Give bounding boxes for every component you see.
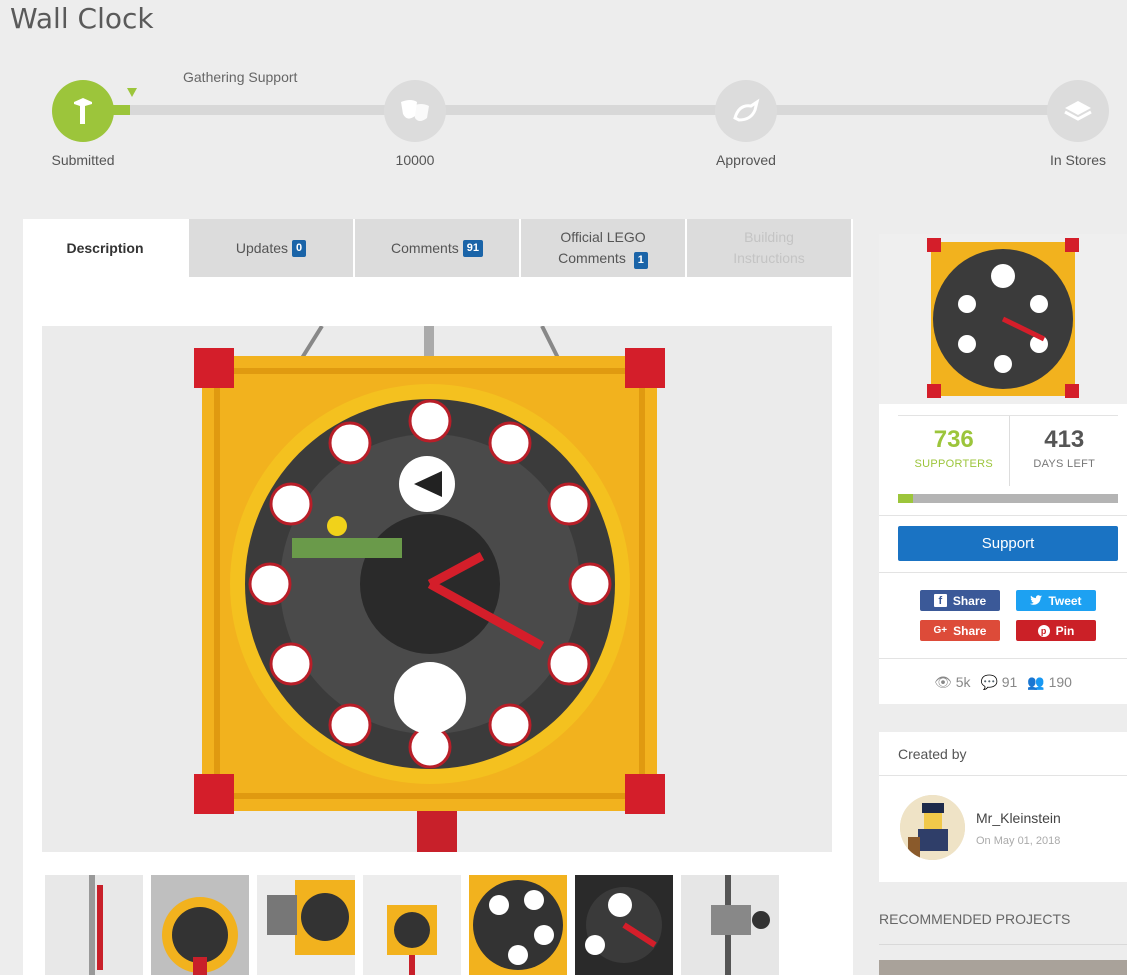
gallery-thumbnails (45, 875, 779, 975)
theater-masks-icon (384, 80, 446, 142)
creator-name[interactable]: Mr_Kleinstein (976, 810, 1061, 826)
supporters-count: 736 (933, 426, 974, 453)
supporters-stat: 736 SUPPORTERS (899, 416, 1009, 486)
project-main-panel: Description Updates 0 Comments 91 Offici… (23, 219, 853, 975)
tab-label: Building (744, 229, 794, 245)
pinterest-icon: p (1037, 624, 1050, 637)
divider (879, 775, 1127, 776)
store-box-icon (1047, 80, 1109, 142)
tab-label: Description (66, 239, 144, 256)
count-badge: 0 (292, 239, 307, 257)
days-left-stat: 413 DAYS LEFT (1008, 416, 1120, 486)
tab-label: Comments (558, 250, 626, 266)
gallery-thumbnail[interactable] (45, 875, 143, 975)
eye-icon: 👁 (934, 674, 952, 690)
stage-10000: 10000 (383, 80, 447, 168)
count-badge: 1 (633, 252, 648, 269)
stage-label: In Stores (1049, 152, 1107, 168)
recommended-projects-heading: RECOMMENDED PROJECTS (879, 911, 1071, 927)
support-button[interactable]: Support (898, 526, 1118, 561)
tab-comments[interactable]: Comments 91 (355, 219, 519, 277)
support-progress-fill (898, 494, 914, 503)
followers-icon: 👥 (1027, 674, 1045, 690)
followers-count: 190 (1048, 674, 1072, 690)
facebook-share-button[interactable]: f Share (920, 590, 1000, 611)
gallery-thumbnail[interactable] (257, 875, 355, 975)
avatar[interactable] (900, 795, 965, 860)
tab-label: Updates (235, 239, 289, 256)
tab-description[interactable]: Description (23, 219, 187, 277)
tab-label: Comments (391, 239, 459, 256)
creator-card: Created by Mr_Kleinstein On May 01, 2018 (879, 732, 1127, 882)
divider (879, 515, 1127, 516)
google-plus-icon: G+ (933, 625, 948, 636)
share-label: Share (953, 623, 987, 638)
stage-submitted: Submitted (51, 80, 115, 168)
phase-label: Gathering Support (183, 69, 298, 85)
gallery-thumbnail[interactable] (151, 875, 249, 975)
comment-icon: 💬 (980, 674, 998, 690)
approved-icon (715, 80, 777, 142)
divider (879, 572, 1127, 573)
count-badge: 91 (462, 239, 483, 257)
recommended-project-thumbnail[interactable] (879, 960, 1127, 975)
facebook-icon: f (933, 594, 947, 607)
track-line (82, 105, 1082, 115)
divider (879, 658, 1127, 659)
project-progress-track: Gathering Support Submitted 10000 Approv… (0, 60, 1127, 180)
stage-in-stores: In Stores (1046, 80, 1110, 168)
days-left-count: 413 (1044, 426, 1085, 453)
gallery-thumbnail[interactable] (575, 875, 673, 975)
stage-label: Approved (716, 152, 776, 168)
stage-label: 10000 (395, 152, 435, 168)
share-label: Share (952, 593, 987, 608)
stage-label: Submitted (51, 152, 115, 168)
project-stats-card: 736 SUPPORTERS 413 DAYS LEFT Support f S… (879, 234, 1127, 704)
google-plus-share-button[interactable]: G+ Share (920, 620, 1000, 641)
tab-label: Official LEGO (560, 229, 646, 245)
project-hero-image[interactable] (42, 326, 832, 852)
tab-official-lego-comments[interactable]: Official LEGO Comments 1 (521, 219, 685, 277)
project-cover-image (879, 234, 1127, 404)
submitted-icon (52, 80, 114, 142)
support-progress-bar (898, 494, 1118, 503)
gallery-thumbnail[interactable] (363, 875, 461, 975)
comments-count: 91 (1001, 674, 1018, 690)
gallery-thumbnail[interactable] (681, 875, 779, 975)
engagement-meta: 👁 5k 💬 91 👥 190 (879, 674, 1127, 691)
tab-building-instructions: Building Instructions (687, 219, 851, 277)
divider (879, 944, 1127, 945)
supporters-label: SUPPORTERS (914, 458, 994, 470)
current-position-marker (127, 88, 137, 97)
stage-approved: Approved (714, 80, 778, 168)
tab-label: Instructions (733, 250, 805, 266)
days-left-label: DAYS LEFT (1033, 458, 1096, 470)
twitter-icon (1030, 595, 1043, 605)
page-title: Wall Clock (10, 2, 154, 35)
pinterest-pin-button[interactable]: p Pin (1016, 620, 1096, 641)
project-tabs: Description Updates 0 Comments 91 Offici… (23, 219, 853, 277)
twitter-tweet-button[interactable]: Tweet (1016, 590, 1096, 611)
views-count: 5k (955, 674, 971, 690)
created-by-heading: Created by (898, 746, 967, 762)
share-label: Pin (1055, 623, 1075, 638)
creator-date: On May 01, 2018 (976, 835, 1061, 847)
tab-updates[interactable]: Updates 0 (189, 219, 353, 277)
share-label: Tweet (1048, 593, 1082, 608)
support-stats: 736 SUPPORTERS 413 DAYS LEFT (899, 416, 1119, 486)
gallery-thumbnail[interactable] (469, 875, 567, 975)
